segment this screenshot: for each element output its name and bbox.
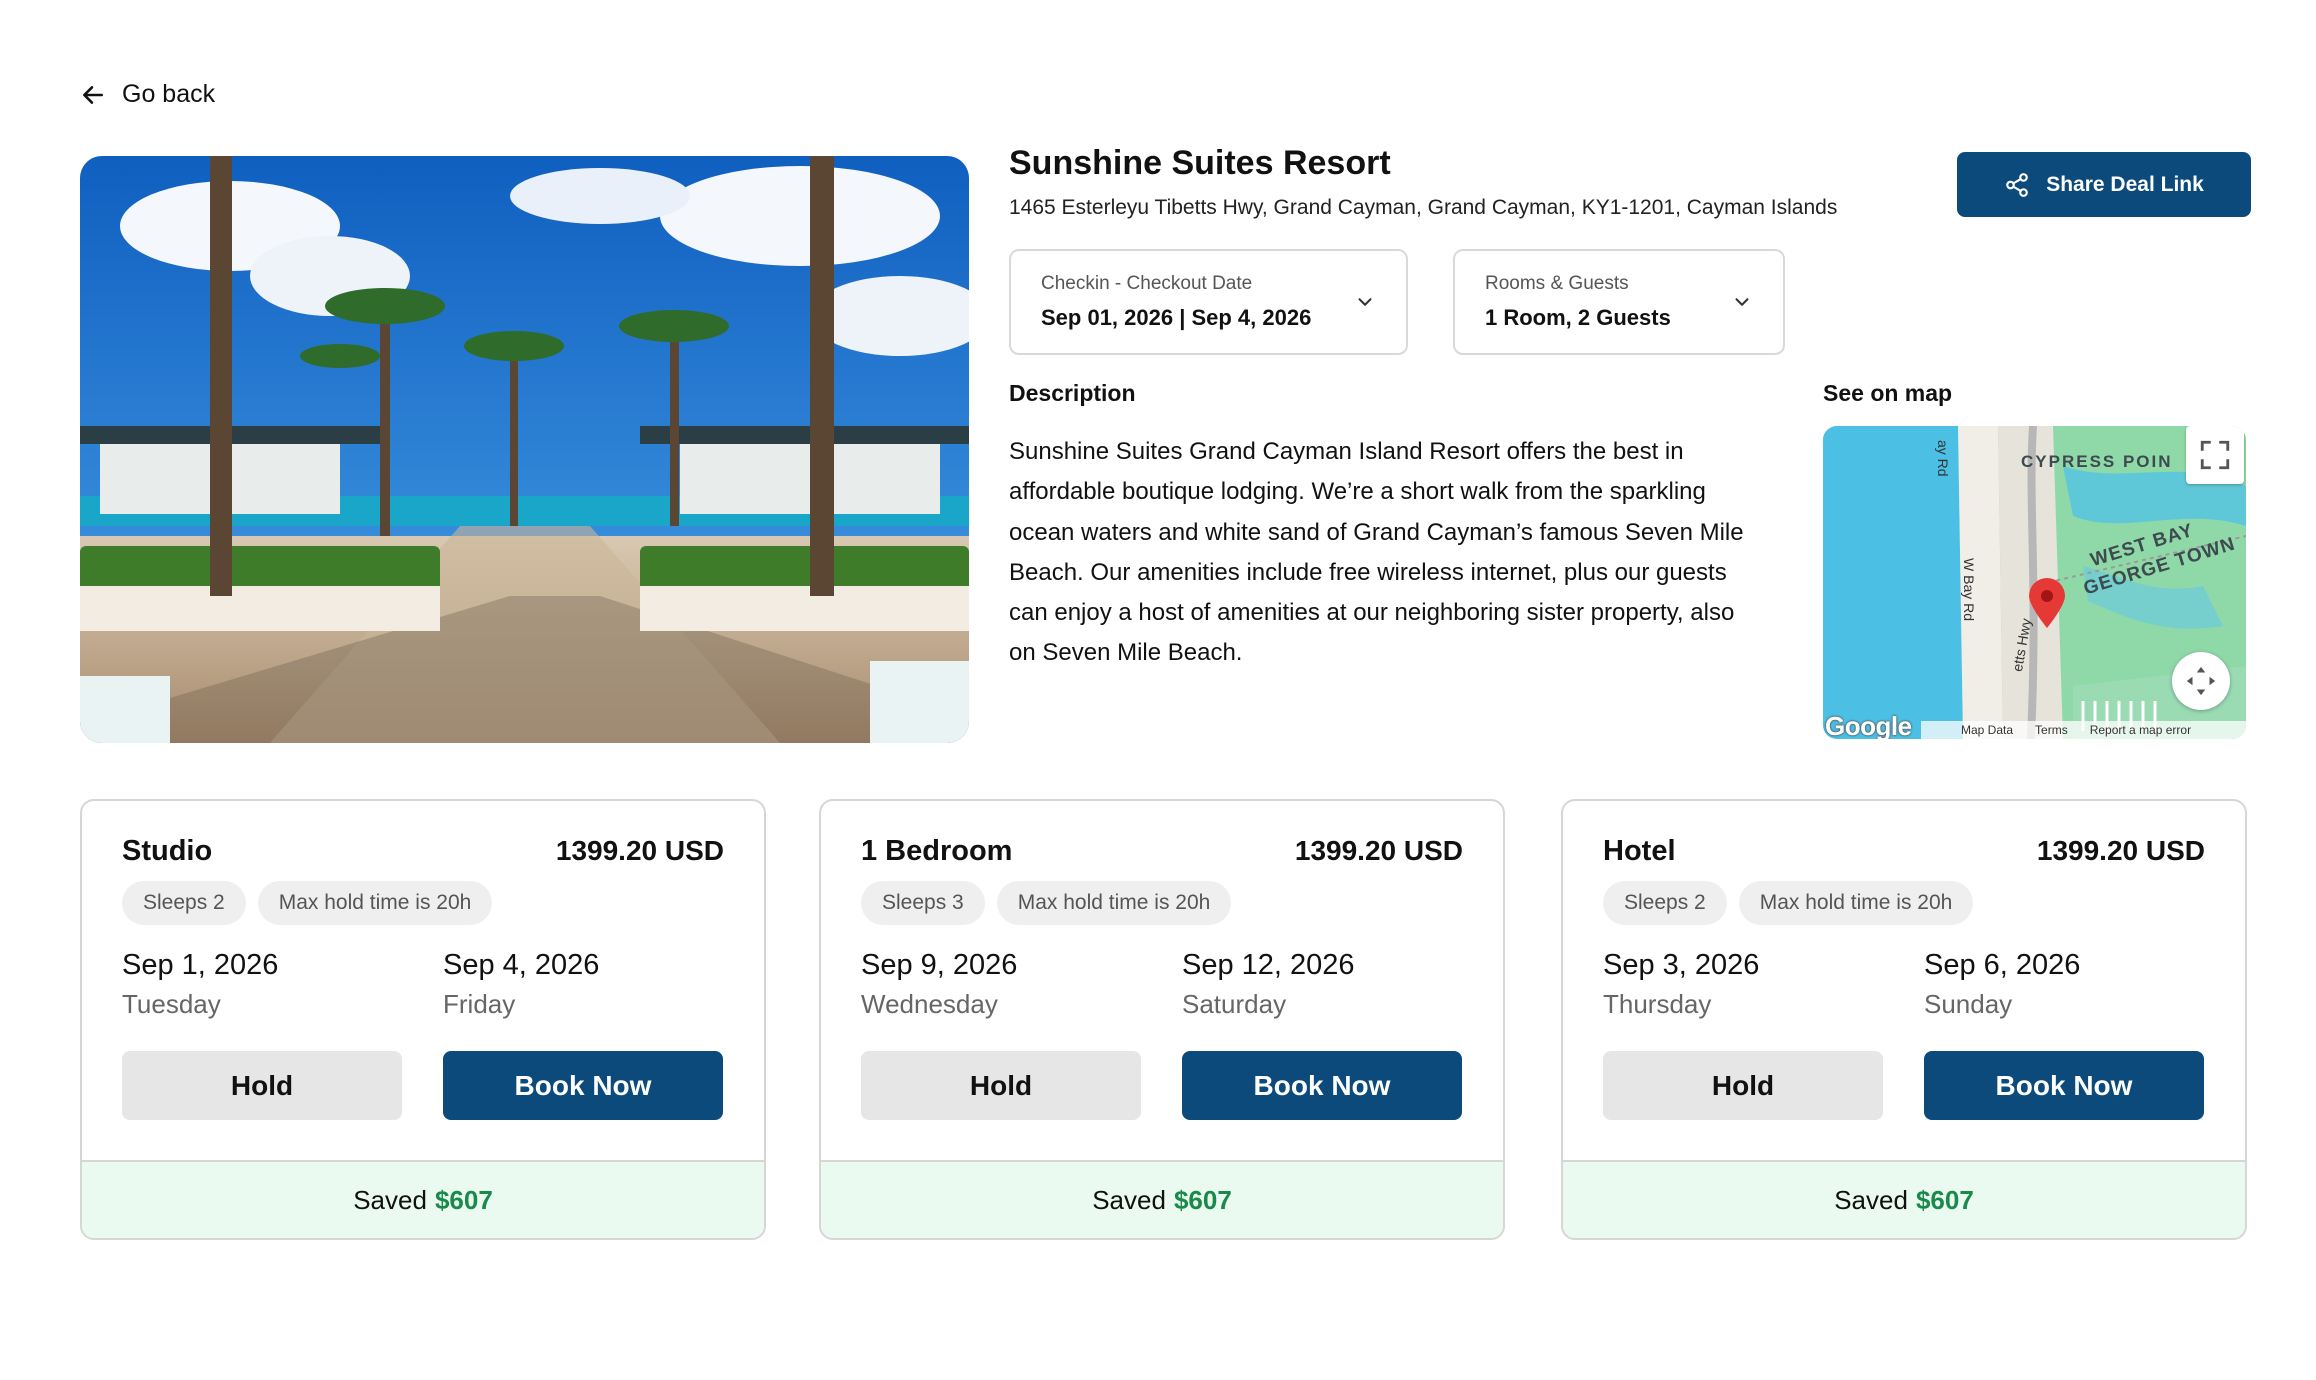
map-attribution: Map Data Terms Report a map error (1921, 721, 2246, 739)
room-card: Hotel 1399.20 USD Sleeps 2 Max hold time… (1561, 799, 2247, 1240)
map-area-label: CYPRESS POIN (2021, 452, 2173, 471)
savings-banner: Saved $607 (82, 1160, 764, 1238)
rooms-guests-selector[interactable]: Rooms & Guests 1 Room, 2 Guests (1453, 249, 1785, 355)
checkin-date: Sep 3, 2026 (1603, 949, 1760, 981)
go-back-label: Go back (122, 80, 216, 108)
checkin-date: Sep 9, 2026 (861, 949, 1018, 981)
go-back-link[interactable]: Go back (80, 80, 215, 109)
hotel-name: Sunshine Suites Resort (1009, 144, 1391, 182)
checkin-day: Tuesday (122, 989, 221, 1019)
hotel-address: 1465 Esterleyu Tibetts Hwy, Grand Cayman… (1009, 196, 1838, 219)
saved-amount: $607 (434, 1184, 493, 1215)
checkin-day: Thursday (1603, 989, 1712, 1019)
room-chips: Sleeps 2 Max hold time is 20h (122, 881, 493, 925)
book-now-button[interactable]: Book Now (443, 1051, 723, 1120)
share-deal-link-label: Share Deal Link (2046, 172, 2204, 196)
savings-banner: Saved $607 (1563, 1160, 2245, 1238)
checkin-date: Sep 1, 2026 (122, 949, 279, 981)
pan-arrows-icon (2186, 666, 2216, 696)
saved-label: Saved (353, 1184, 427, 1215)
hotel-hero-image (80, 156, 969, 743)
hold-button[interactable]: Hold (1603, 1051, 1883, 1120)
map-fullscreen-button[interactable] (2186, 426, 2244, 484)
map-pin-icon[interactable] (2027, 578, 2067, 630)
checkout-date: Sep 6, 2026 (1924, 949, 2081, 981)
room-card: Studio 1399.20 USD Sleeps 2 Max hold tim… (80, 799, 766, 1240)
map-report-error-link[interactable]: Report a map error (2090, 723, 2191, 737)
room-chips: Sleeps 3 Max hold time is 20h (861, 881, 1232, 925)
checkin-checkout-value: Sep 01, 2026 | Sep 4, 2026 (1041, 305, 1312, 330)
map-road-label: ay Rd (1935, 440, 1951, 477)
map-pan-button[interactable] (2172, 652, 2230, 710)
share-icon (2006, 172, 2029, 197)
checkout-day: Friday (443, 989, 516, 1019)
share-deal-link-button[interactable]: Share Deal Link (1957, 152, 2251, 217)
room-type: Hotel (1603, 835, 1676, 867)
book-now-button[interactable]: Book Now (1924, 1051, 2204, 1120)
saved-amount: $607 (1915, 1184, 1974, 1215)
room-price: 1399.20 USD (1294, 835, 1463, 866)
checkin-checkout-selector[interactable]: Checkin - Checkout Date Sep 01, 2026 | S… (1009, 249, 1408, 355)
description-heading: Description (1009, 380, 1136, 406)
description-text: Sunshine Suites Grand Cayman Island Reso… (1009, 438, 1744, 667)
checkout-day: Saturday (1182, 989, 1287, 1019)
rooms-guests-value: 1 Room, 2 Guests (1485, 305, 1671, 330)
room-price: 1399.20 USD (555, 835, 724, 866)
chevron-down-icon (1735, 298, 1749, 306)
sleeps-chip: Sleeps 3 (861, 881, 985, 925)
hold-time-chip: Max hold time is 20h (257, 881, 493, 925)
location-map[interactable]: ay Rd W Bay Rd etts Hwy CYPRESS POIN WES… (1823, 426, 2246, 739)
room-card: 1 Bedroom 1399.20 USD Sleeps 3 Max hold … (819, 799, 1505, 1240)
rooms-guests-label: Rooms & Guests (1485, 273, 1629, 294)
room-type: 1 Bedroom (861, 835, 1013, 867)
map-road-label: W Bay Rd (1961, 558, 1977, 622)
map-terms-link[interactable]: Terms (2035, 723, 2068, 737)
savings-banner: Saved $607 (821, 1160, 1503, 1238)
hold-button[interactable]: Hold (861, 1051, 1141, 1120)
saved-label: Saved (1092, 1184, 1166, 1215)
room-chips: Sleeps 2 Max hold time is 20h (1603, 881, 1974, 925)
sleeps-chip: Sleeps 2 (122, 881, 246, 925)
arrow-left-icon (83, 85, 103, 104)
saved-amount: $607 (1173, 1184, 1232, 1215)
checkout-date: Sep 4, 2026 (443, 949, 600, 981)
chevron-down-icon (1358, 298, 1372, 306)
checkout-date: Sep 12, 2026 (1182, 949, 1355, 981)
hold-button[interactable]: Hold (122, 1051, 402, 1120)
room-price: 1399.20 USD (2036, 835, 2205, 866)
see-on-map-heading: See on map (1823, 380, 1953, 406)
saved-label: Saved (1834, 1184, 1908, 1215)
checkout-day: Sunday (1924, 989, 2013, 1019)
google-logo: Google (1825, 711, 1912, 739)
room-type: Studio (122, 835, 213, 867)
checkin-day: Wednesday (861, 989, 998, 1019)
sleeps-chip: Sleeps 2 (1603, 881, 1727, 925)
fullscreen-icon (2200, 440, 2230, 470)
checkin-checkout-label: Checkin - Checkout Date (1041, 273, 1253, 294)
book-now-button[interactable]: Book Now (1182, 1051, 1462, 1120)
hold-time-chip: Max hold time is 20h (996, 881, 1232, 925)
map-data-link[interactable]: Map Data (1961, 723, 2013, 737)
hold-time-chip: Max hold time is 20h (1738, 881, 1974, 925)
